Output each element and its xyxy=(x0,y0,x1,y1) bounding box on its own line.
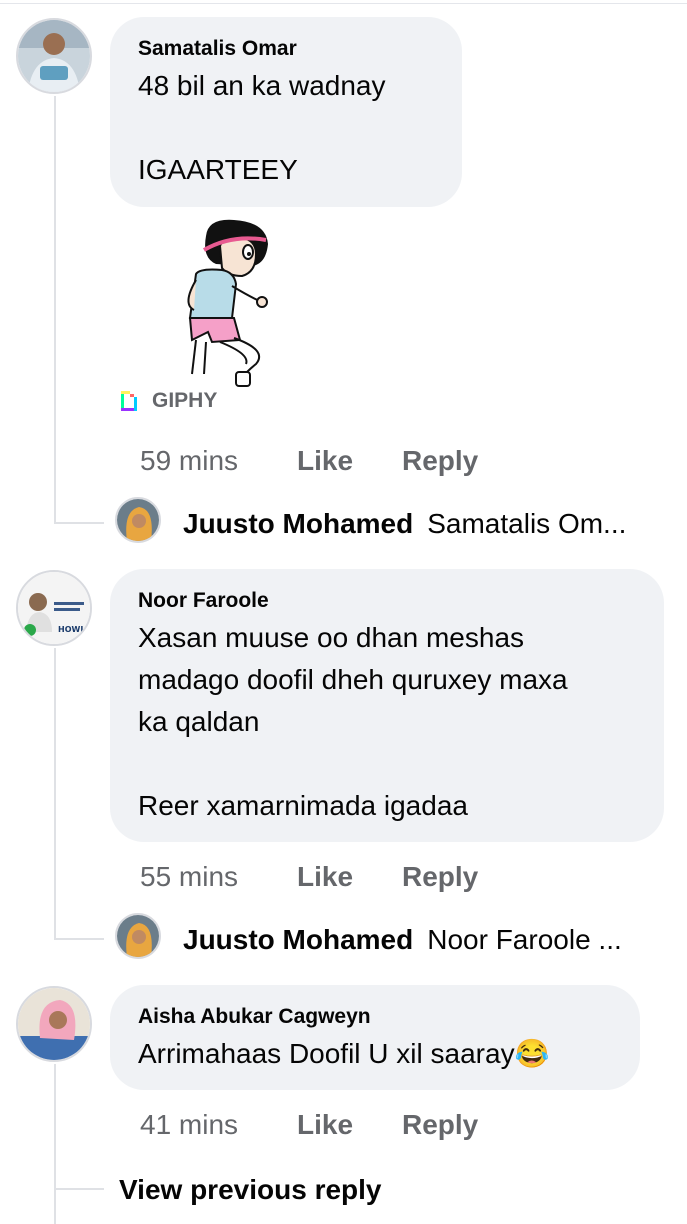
giphy-label: GIPHY xyxy=(152,389,218,412)
comment-author[interactable]: Samatalis Omar xyxy=(138,37,434,61)
avatar[interactable] xyxy=(16,18,92,94)
comment-time[interactable]: 59 mins xyxy=(140,445,238,477)
view-previous-reply-link[interactable]: View previous reply xyxy=(119,1174,382,1206)
reply-preview[interactable]: Juusto Mohamed Samatalis Om... xyxy=(183,508,626,540)
profile-photo: HOWLGALKA xyxy=(18,572,90,644)
thread-line xyxy=(54,96,56,524)
giphy-logo-icon xyxy=(121,391,137,411)
reply-preview[interactable]: Juusto Mohamed Noor Faroole ... xyxy=(183,924,622,956)
reply-button[interactable]: Reply xyxy=(402,445,478,477)
profile-photo xyxy=(18,20,90,92)
reply-avatar[interactable] xyxy=(115,913,161,959)
comment-author[interactable]: Aisha Abukar Cagweyn xyxy=(138,1005,612,1029)
profile-photo xyxy=(117,915,159,957)
thread-branch xyxy=(54,1188,104,1190)
thread-branch xyxy=(54,938,104,940)
comment-bubble[interactable]: Samatalis Omar 48 bil an ka wadnay IGAAR… xyxy=(110,17,462,207)
like-button[interactable]: Like xyxy=(297,861,353,893)
reply-author[interactable]: Juusto Mohamed xyxy=(183,924,413,955)
reply-avatar[interactable] xyxy=(115,497,161,543)
reply-button[interactable]: Reply xyxy=(402,861,478,893)
top-divider xyxy=(0,3,687,4)
comment-actions: 55 mins Like Reply xyxy=(140,861,540,893)
comment-actions: 59 mins Like Reply xyxy=(140,445,540,477)
reply-snippet: Samatalis Om... xyxy=(427,508,627,539)
avatar-logo-text: HOWLGALKA xyxy=(58,625,90,634)
comment-text: Arrimahaas Doofil U xil saaray😂 xyxy=(138,1038,550,1069)
comment-bubble[interactable]: Aisha Abukar Cagweyn Arrimahaas Doofil U… xyxy=(110,985,640,1090)
gif-sticker[interactable] xyxy=(176,214,276,394)
like-button[interactable]: Like xyxy=(297,1109,353,1141)
comment-time[interactable]: 55 mins xyxy=(140,861,238,893)
thread-branch xyxy=(54,522,104,524)
comment-bubble[interactable]: Noor Faroole Xasan muuse oo dhan meshas … xyxy=(110,569,664,842)
profile-photo xyxy=(117,499,159,541)
comment-text: 48 bil an ka wadnay IGAARTEEY xyxy=(138,70,386,185)
thread-line xyxy=(54,1064,56,1224)
profile-photo xyxy=(18,988,90,1060)
reply-author[interactable]: Juusto Mohamed xyxy=(183,508,413,539)
reply-button[interactable]: Reply xyxy=(402,1109,478,1141)
like-button[interactable]: Like xyxy=(297,445,353,477)
thread-line xyxy=(54,648,56,940)
reply-snippet: Noor Faroole ... xyxy=(427,924,622,955)
avatar[interactable]: HOWLGALKA xyxy=(16,570,92,646)
comment-text: Xasan muuse oo dhan meshas madago doofil… xyxy=(138,622,568,821)
avatar[interactable] xyxy=(16,986,92,1062)
comment-actions: 41 mins Like Reply xyxy=(140,1109,540,1141)
comment-time[interactable]: 41 mins xyxy=(140,1109,238,1141)
comment-author[interactable]: Noor Faroole xyxy=(138,589,636,613)
